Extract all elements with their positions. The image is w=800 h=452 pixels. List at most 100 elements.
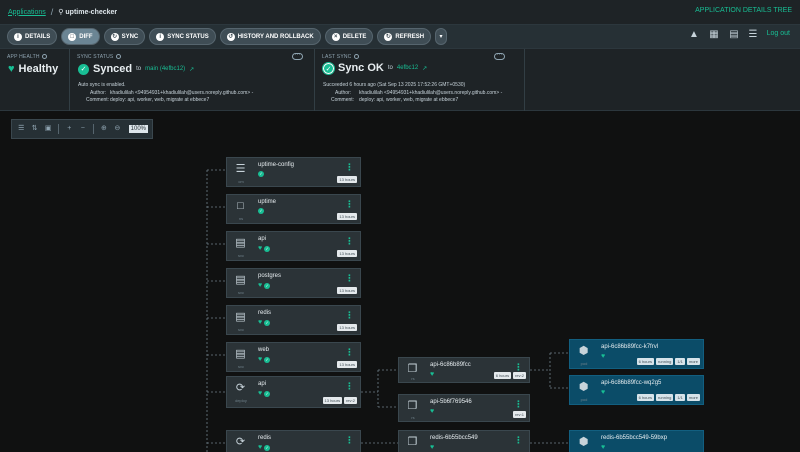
synced-icon: ✓	[264, 319, 271, 326]
more-tag[interactable]: more	[686, 394, 700, 401]
ready-tag: 1/1	[675, 358, 685, 365]
node-tags: 13 hours	[337, 361, 357, 368]
node-status: ✓	[258, 208, 264, 214]
resource-node-api-rs-old[interactable]: ❐ rs api-5b6f769546 ♥ ⋮ rev:1	[398, 394, 530, 422]
node-tags: 6 hours running 1/1 more	[636, 358, 700, 365]
deployment-icon: ⟳	[235, 382, 246, 394]
revision-tag: rev:1	[513, 411, 526, 418]
node-status: ✓	[258, 171, 264, 177]
node-status: ♥ ✓	[258, 282, 271, 289]
age-tag: 13 hours	[337, 250, 357, 257]
revision-tag: rev:2	[513, 372, 526, 379]
resource-node-redis-svc[interactable]: ▤ svc redis ♥ ✓ ⋮ 13 hours	[226, 305, 361, 335]
resource-node-redis-deploy[interactable]: ⟳ deploy redis ♥✓ ⋮	[226, 430, 361, 452]
node-status: ♥ ✓	[258, 356, 271, 363]
node-tags: 13 hours	[337, 287, 357, 294]
replicaset-icon: ❐	[407, 400, 418, 412]
node-menu-button[interactable]: ⋮	[345, 163, 354, 172]
node-menu-button[interactable]: ⋮	[514, 400, 523, 409]
node-kind: deploy	[235, 398, 247, 403]
node-menu-button[interactable]: ⋮	[514, 436, 523, 445]
node-status: ♥	[601, 353, 605, 360]
node-tags: 13 hours rev:2	[322, 397, 357, 404]
age-tag: 13 hours	[337, 213, 357, 220]
ready-tag: 1/1	[675, 394, 685, 401]
heart-icon: ♥	[601, 444, 606, 451]
replicaset-icon: ❐	[407, 436, 418, 448]
node-kind: pod	[580, 397, 588, 402]
resource-node-api-deploy[interactable]: ⟳ deploy api ♥ ✓ ⋮ 13 hours rev:2	[226, 376, 361, 408]
resource-node-api-pod-2[interactable]: ⬢ pod api-6c86b89fcc-wq2g5 ♥ 6 hours runn…	[569, 375, 704, 405]
synced-icon: ✓	[264, 390, 271, 397]
node-menu-button[interactable]: ⋮	[514, 363, 523, 372]
node-menu-button[interactable]: ⋮	[345, 200, 354, 209]
node-status: ♥	[430, 444, 434, 451]
resource-node-api-rs-current[interactable]: ❐ rs api-6c86b89fcc ♥ ⋮ 6 hours rev:2	[398, 357, 530, 383]
node-menu-button[interactable]: ⋮	[345, 436, 354, 445]
node-status: ♥	[601, 444, 605, 451]
node-name: redis	[258, 310, 272, 316]
pod-icon: ⬢	[578, 381, 589, 393]
node-name: redis-6b55bcc549	[430, 435, 478, 441]
resource-node-api-pod-1[interactable]: ⬢ pod api-6c86b89fcc-k7frvl ♥ 6 hours run…	[569, 339, 704, 369]
heart-icon: ♥	[258, 245, 263, 252]
deployment-icon: ⟳	[235, 436, 246, 448]
node-status: ♥	[601, 389, 605, 396]
node-kind: rs	[411, 376, 415, 381]
node-name: api-6c86b89fcc-k7frvl	[601, 344, 659, 350]
resource-node-api-svc[interactable]: ▤ svc api ♥ ✓ ⋮ 13 hours	[226, 231, 361, 261]
node-kind: svc	[238, 290, 244, 295]
node-menu-button[interactable]: ⋮	[345, 348, 354, 357]
node-name: api	[258, 236, 267, 242]
node-menu-button[interactable]: ⋮	[345, 237, 354, 246]
age-tag: 13 hours	[337, 287, 357, 294]
synced-icon: ✓	[258, 208, 264, 214]
node-name: api	[258, 381, 267, 387]
age-tag: 13 hours	[337, 324, 357, 331]
phase-tag: running	[655, 394, 674, 401]
node-menu-button[interactable]: ⋮	[345, 311, 354, 320]
node-name: api-6c86b89fcc	[430, 362, 471, 368]
node-tags: 13 hours	[337, 250, 357, 257]
heart-icon: ♥	[601, 353, 606, 360]
node-name: redis	[258, 435, 272, 441]
age-tag: 13 hours	[337, 361, 357, 368]
resource-node-uptime[interactable]: □ ns uptime ✓ ⋮ 13 hours	[226, 194, 361, 224]
resource-node-uptime-config[interactable]: ☰ cm uptime-config ✓ ⋮ 13 hours	[226, 157, 361, 187]
node-status: ♥	[430, 408, 434, 415]
heart-icon: ♥	[258, 319, 263, 326]
node-kind: pod	[580, 361, 588, 366]
node-status: ♥ ✓	[258, 444, 271, 451]
resource-node-redis-rs[interactable]: ❐ rs redis-6b55bcc549 ♥ ⋮	[398, 430, 530, 452]
age-tag: 6 hours	[493, 372, 512, 379]
node-name: uptime-config	[258, 162, 295, 168]
node-kind: rs	[411, 415, 415, 420]
service-icon: ▤	[235, 237, 246, 249]
service-icon: ▤	[235, 274, 246, 286]
synced-icon: ✓	[264, 245, 271, 252]
node-menu-button[interactable]: ⋮	[345, 382, 354, 391]
node-tags: 6 hours rev:2	[493, 372, 526, 379]
node-kind: svc	[238, 253, 244, 258]
node-status: ♥ ✓	[258, 390, 271, 397]
node-status: ♥ ✓	[258, 319, 271, 326]
synced-icon: ✓	[264, 356, 271, 363]
node-name: api-6c86b89fcc-wq2g5	[601, 380, 662, 386]
more-tag[interactable]: more	[686, 358, 700, 365]
heart-icon: ♥	[258, 356, 263, 363]
node-tags: 13 hours	[337, 324, 357, 331]
resource-node-postgres-svc[interactable]: ▤ svc postgres ♥ ✓ ⋮ 13 hours	[226, 268, 361, 298]
node-name: web	[258, 347, 270, 353]
resource-node-redis-pod[interactable]: ⬢ pod redis-6b55bcc549-59bxp ♥	[569, 430, 704, 452]
node-tags: 13 hours	[337, 176, 357, 183]
heart-icon: ♥	[258, 390, 263, 397]
resource-node-web-svc[interactable]: ▤ svc web ♥ ✓ ⋮ 13 hours	[226, 342, 361, 372]
node-kind: cm	[238, 179, 244, 184]
node-menu-button[interactable]: ⋮	[345, 274, 354, 283]
node-tags: 13 hours	[337, 213, 357, 220]
synced-icon: ✓	[258, 171, 264, 177]
replicaset-icon: ❐	[407, 363, 418, 375]
revision-tag: rev:2	[344, 397, 357, 404]
node-tags: 6 hours running 1/1 more	[636, 394, 700, 401]
heart-icon: ♥	[430, 371, 435, 378]
